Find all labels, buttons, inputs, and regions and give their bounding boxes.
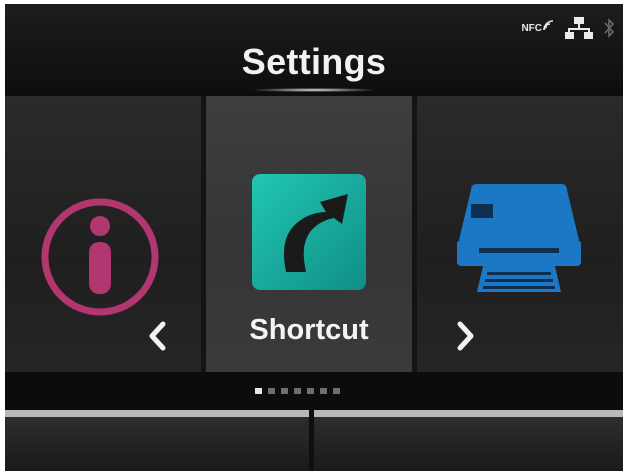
- page-dot: [294, 388, 301, 394]
- page-dot: [268, 388, 275, 394]
- menu-tile-shortcut[interactable]: Shortcut: [206, 96, 412, 372]
- pagination-bar: [5, 372, 623, 410]
- page-dot: [320, 388, 327, 394]
- nfc-icon: NFC: [521, 19, 555, 34]
- status-icons: NFC: [521, 16, 615, 40]
- softkey-right[interactable]: [314, 410, 623, 471]
- page-dot: [255, 388, 262, 394]
- chevron-right-icon[interactable]: [456, 321, 476, 351]
- page-title: Settings: [241, 41, 387, 82]
- menu-carousel: Shortcut: [5, 96, 623, 372]
- nfc-label: NFC: [521, 22, 542, 34]
- softkey-bar: [5, 410, 623, 471]
- header-bar: Settings NFC: [5, 4, 623, 92]
- page-dot: [307, 388, 314, 394]
- softkey-left[interactable]: [5, 410, 309, 471]
- menu-item-label: Shortcut: [249, 314, 369, 346]
- chevron-left-icon[interactable]: [147, 321, 167, 351]
- page-dot: [281, 388, 288, 394]
- title-underline: [254, 88, 374, 92]
- menu-tile-information[interactable]: [5, 96, 201, 372]
- printer-icon: [457, 184, 581, 292]
- lan-icon: [565, 17, 593, 39]
- page-indicator: [255, 388, 340, 394]
- page-dot: [333, 388, 340, 394]
- info-icon: [41, 198, 159, 316]
- printer-display: Settings NFC Shortcut: [5, 4, 623, 471]
- menu-tile-printer[interactable]: [417, 96, 623, 372]
- shortcut-arrow-icon: [252, 174, 366, 290]
- bluetooth-icon: [604, 18, 615, 38]
